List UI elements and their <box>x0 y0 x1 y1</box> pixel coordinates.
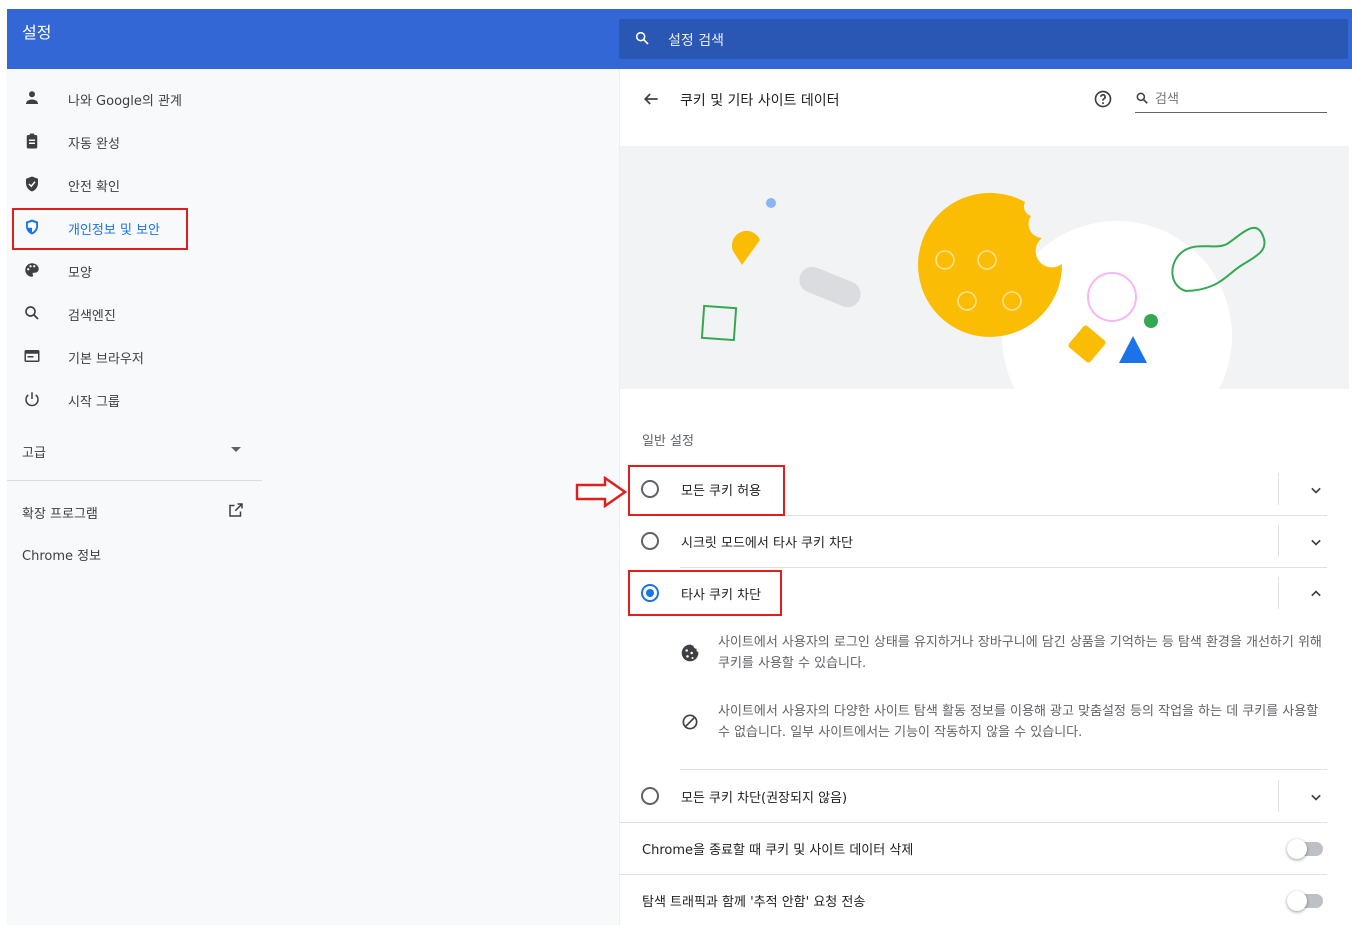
chevron-up-icon[interactable] <box>1306 584 1326 608</box>
search-icon <box>1135 91 1149 109</box>
row-separator <box>1278 577 1279 609</box>
sidebar-about-chrome[interactable]: Chrome 정보 <box>22 545 101 564</box>
help-icon[interactable] <box>1093 89 1113 113</box>
block-icon <box>680 712 700 736</box>
palette-icon <box>23 261 41 279</box>
option-block-third-party-incognito[interactable]: 시크릿 모드에서 타사 쿠키 차단 <box>620 515 1327 567</box>
open-in-new-icon[interactable] <box>227 501 245 523</box>
app-title: 설정 <box>22 23 52 42</box>
sidebar-item-label: 나와 Google의 관계 <box>68 94 182 109</box>
row-separator <box>1278 473 1279 505</box>
browser-icon <box>23 347 41 365</box>
sidebar-item-label: 기본 브라우저 <box>68 352 144 367</box>
annotation-arrow-icon <box>575 475 628 512</box>
search-icon <box>23 304 41 322</box>
annotation-highlight-box <box>12 208 188 250</box>
page-header: 쿠키 및 기타 사이트 데이터 <box>620 69 1349 129</box>
section-label-general: 일반 설정 <box>642 434 694 449</box>
annotation-highlight-box <box>628 465 785 516</box>
cookie-icon <box>680 643 700 667</box>
detail-item: 사이트에서 사용자의 다양한 사이트 탐색 활동 정보를 이용해 광고 맞춤설정… <box>680 701 1320 751</box>
clipboard-icon <box>23 132 41 150</box>
detail-text: 사이트에서 사용자의 로그인 상태를 유지하거나 장바구니에 담긴 상품을 기억… <box>718 635 1322 671</box>
sidebar-item-safety-check[interactable]: 안전 확인 <box>7 164 267 204</box>
person-icon <box>23 89 41 107</box>
row-separator <box>1278 525 1279 557</box>
toggle-switch[interactable] <box>1287 839 1323 859</box>
option-label: 모든 쿠키 차단(권장되지 않음) <box>681 791 848 806</box>
sidebar-item-label: 자동 완성 <box>68 137 120 152</box>
radio-button[interactable] <box>641 532 659 550</box>
settings-search-placeholder: 설정 검색 <box>668 33 724 49</box>
option-label: 시크릿 모드에서 타사 쿠키 차단 <box>681 536 854 551</box>
settings-search-box[interactable]: 설정 검색 <box>619 19 1348 59</box>
search-icon <box>634 30 650 50</box>
sidebar-item-default-browser[interactable]: 기본 브라우저 <box>7 336 267 376</box>
detail-item: 사이트에서 사용자의 로그인 상태를 유지하거나 장바구니에 담긴 상품을 기억… <box>680 632 1322 682</box>
cookie-illustration <box>620 146 1349 389</box>
page-title: 쿠키 및 기타 사이트 데이터 <box>680 93 840 109</box>
shield-check-icon <box>23 175 41 193</box>
sidebar-item-search-engine[interactable]: 검색엔진 <box>7 293 267 333</box>
sidebar-extensions[interactable]: 확장 프로그램 <box>22 503 98 522</box>
page-search-input[interactable] <box>1155 89 1325 109</box>
chevron-down-icon[interactable] <box>1306 532 1326 556</box>
radio-button[interactable] <box>641 787 659 805</box>
power-icon <box>23 390 41 408</box>
back-arrow-icon[interactable] <box>641 89 661 113</box>
annotation-highlight-box <box>628 570 782 616</box>
chevron-down-icon[interactable] <box>1306 787 1326 811</box>
sidebar-item-on-startup[interactable]: 시작 그룹 <box>7 379 267 419</box>
sidebar-item-you-and-google[interactable]: 나와 Google의 관계 <box>7 78 267 118</box>
sidebar-item-label: 검색엔진 <box>68 309 116 324</box>
sidebar-divider <box>7 480 262 481</box>
row-separator <box>1278 780 1279 812</box>
sidebar-item-label: 안전 확인 <box>68 180 120 195</box>
sidebar: 나와 Google의 관계 자동 완성 안전 확인 개인정보 및 보안 모양 검… <box>7 69 619 925</box>
page-search[interactable] <box>1135 87 1327 113</box>
chevron-down-icon[interactable] <box>1306 480 1326 504</box>
sidebar-item-label: 시작 그룹 <box>68 395 120 410</box>
chevron-down-icon[interactable] <box>231 447 241 452</box>
option-block-all-cookies[interactable]: 모든 쿠키 차단(권장되지 않음) <box>620 770 1327 822</box>
toggle-row-clear-on-exit[interactable]: Chrome을 종료할 때 쿠키 및 사이트 데이터 삭제 <box>620 822 1327 874</box>
sidebar-item-label: 모양 <box>68 266 92 281</box>
toggle-label: 탐색 트래픽과 함께 '추적 안함' 요청 전송 <box>642 895 866 910</box>
toggle-label: Chrome을 종료할 때 쿠키 및 사이트 데이터 삭제 <box>642 843 914 858</box>
sidebar-item-appearance[interactable]: 모양 <box>7 250 267 290</box>
sidebar-advanced[interactable]: 고급 <box>22 442 46 461</box>
toggle-row-do-not-track[interactable]: 탐색 트래픽과 함께 '추적 안함' 요청 전송 <box>620 874 1327 925</box>
toggle-switch[interactable] <box>1287 891 1323 911</box>
detail-text: 사이트에서 사용자의 다양한 사이트 탐색 활동 정보를 이용해 광고 맞춤설정… <box>718 704 1319 740</box>
sidebar-item-autofill[interactable]: 자동 완성 <box>7 121 267 161</box>
